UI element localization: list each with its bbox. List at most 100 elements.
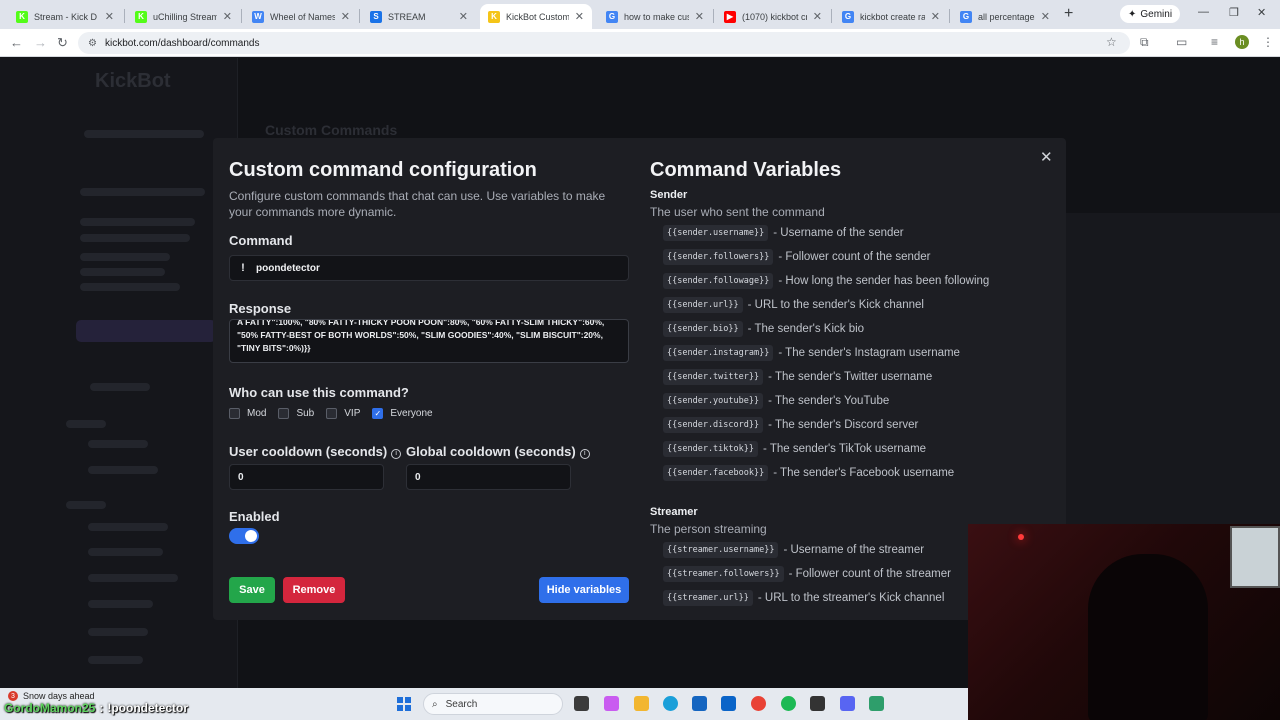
browser-tab[interactable]: ▶ (1070) kickbot crea ✕ xyxy=(716,4,830,29)
address-bar[interactable]: ⚙ kickbot.com/dashboard/commands xyxy=(78,32,1130,54)
global-cooldown-input[interactable]: 0 xyxy=(406,464,571,490)
command-value: poondetector xyxy=(256,262,320,274)
task-view-icon[interactable] xyxy=(574,696,589,711)
response-textarea[interactable]: A FATTY":100%, "80% FATTY-THICKY POON PO… xyxy=(229,319,629,363)
save-button[interactable]: Save xyxy=(229,577,275,603)
role-option[interactable]: ✓ Everyone xyxy=(372,408,433,419)
browser-tab[interactable]: W Wheel of Names | R ✕ xyxy=(244,4,358,29)
tab-separator xyxy=(359,9,360,23)
tab-title: kickbot create rand xyxy=(860,11,925,22)
app-icon[interactable] xyxy=(869,696,884,711)
windows-start-icon[interactable] xyxy=(397,697,411,711)
info-icon[interactable]: i xyxy=(579,449,590,459)
store-icon[interactable] xyxy=(692,696,707,711)
tab-close-icon[interactable]: ✕ xyxy=(1041,10,1050,23)
command-input[interactable]: ! poondetector xyxy=(229,255,629,281)
variable-code[interactable]: {{streamer.username}} xyxy=(663,542,779,558)
browser-tab[interactable]: Gall percentages 1-1 ✕ xyxy=(952,4,1058,29)
variable-row: {{streamer.followers}} - Follower count o… xyxy=(663,566,951,582)
global-cooldown-label: Global cooldown (seconds) i xyxy=(406,444,590,459)
hide-variables-button[interactable]: Hide variables xyxy=(539,577,629,603)
info-icon[interactable]: i xyxy=(391,449,402,459)
tab-title: Wheel of Names | R xyxy=(270,11,335,22)
copilot-icon[interactable] xyxy=(604,696,619,711)
back-icon[interactable]: ← xyxy=(10,35,23,50)
tab-title: STREAM xyxy=(388,11,426,22)
tab-close-icon[interactable]: ✕ xyxy=(695,10,704,23)
remove-button[interactable]: Remove xyxy=(283,577,345,603)
tab-favicon-icon: S xyxy=(370,10,382,23)
variable-code[interactable]: {{sender.facebook}} xyxy=(663,465,769,481)
outlook-icon[interactable] xyxy=(721,696,736,711)
browser-tab[interactable]: S STREAM ✕ xyxy=(362,4,476,29)
minimize-icon[interactable]: — xyxy=(1198,6,1209,18)
checkbox-icon[interactable] xyxy=(229,408,240,419)
background-page-title: Custom Commands xyxy=(265,122,398,138)
variable-code[interactable]: {{sender.bio}} xyxy=(663,321,743,337)
checkbox-icon[interactable] xyxy=(326,408,338,419)
variable-code[interactable]: {{streamer.url}} xyxy=(663,590,753,606)
new-tab-button[interactable]: + xyxy=(1064,5,1073,23)
url-text: kickbot.com/dashboard/commands xyxy=(104,37,260,49)
variable-code[interactable]: {{sender.twitter}} xyxy=(663,369,764,385)
browser-tab[interactable]: Gkickbot create rand ✕ xyxy=(834,4,948,29)
windows-taskbar: 3 Snow days ahead GordoMamon25: !poondete… xyxy=(0,688,968,720)
variable-code[interactable]: {{sender.username}} xyxy=(663,225,769,241)
tab-close-icon[interactable]: ✕ xyxy=(223,10,232,23)
tab-close-icon[interactable]: ✕ xyxy=(341,10,350,23)
variable-code[interactable]: {{sender.youtube}} xyxy=(663,393,764,409)
file-explorer-icon[interactable] xyxy=(634,696,649,711)
tab-close-icon[interactable]: ✕ xyxy=(931,10,940,23)
tab-close-icon[interactable]: ✕ xyxy=(105,10,114,23)
variable-description: - The sender's TikTok username xyxy=(763,443,927,455)
bookmark-star-icon[interactable]: ☆ xyxy=(1106,35,1117,49)
variable-code[interactable]: {{sender.followers}} xyxy=(663,249,774,265)
discord-icon[interactable] xyxy=(840,696,855,711)
variable-row: {{sender.discord}} - The sender's Discord… xyxy=(663,417,918,433)
user-cooldown-input[interactable]: 0 xyxy=(229,464,384,490)
tab-separator xyxy=(713,9,714,23)
forward-icon[interactable]: → xyxy=(34,35,47,50)
variable-row: {{sender.bio}} - The sender's Kick bio xyxy=(663,321,864,337)
tab-close-icon[interactable]: ✕ xyxy=(813,10,822,23)
modal-close-icon[interactable]: ✕ xyxy=(1040,148,1053,166)
obs-icon[interactable] xyxy=(810,696,825,711)
chrome-icon[interactable] xyxy=(751,696,766,711)
cast-icon[interactable]: ▭ xyxy=(1176,35,1187,49)
edge-icon[interactable] xyxy=(663,696,678,711)
browser-tab[interactable]: K KickBot Custom Co ✕ xyxy=(480,4,592,29)
variable-code[interactable]: {{streamer.followers}} xyxy=(663,566,784,582)
site-info-icon[interactable]: ⚙ xyxy=(88,38,97,49)
reload-icon[interactable]: ↻ xyxy=(57,35,68,51)
variable-code[interactable]: {{sender.url}} xyxy=(663,297,743,313)
enabled-toggle[interactable] xyxy=(229,528,259,544)
browser-tab[interactable]: K Stream - Kick D ✕ xyxy=(8,4,122,29)
gemini-button[interactable]: ✦ Gemini xyxy=(1120,5,1181,23)
browser-tab[interactable]: Ghow to make custo ✕ xyxy=(598,4,712,29)
window-close-icon[interactable]: ✕ xyxy=(1257,6,1266,19)
red-light xyxy=(1018,534,1024,540)
checkbox-icon[interactable] xyxy=(278,408,290,419)
variable-code[interactable]: {{sender.discord}} xyxy=(663,417,764,433)
extensions-icon[interactable]: ⧉ xyxy=(1140,35,1149,50)
maximize-icon[interactable]: ❐ xyxy=(1229,6,1239,19)
role-option[interactable]: Sub xyxy=(278,408,314,419)
tab-close-icon[interactable]: ✕ xyxy=(459,10,468,23)
role-option[interactable]: VIP xyxy=(326,408,360,419)
media-controls-icon[interactable]: ≡ xyxy=(1211,35,1218,49)
menu-icon[interactable]: ⋮ xyxy=(1262,35,1274,49)
weather-widget[interactable]: 3 Snow days ahead xyxy=(8,691,95,701)
tab-close-icon[interactable]: ✕ xyxy=(575,10,584,23)
checkbox-checked-icon[interactable]: ✓ xyxy=(372,408,384,419)
spotify-icon[interactable] xyxy=(781,696,796,711)
variable-description: - How long the sender has been following xyxy=(778,275,990,287)
tab-favicon-icon: ▶ xyxy=(724,10,736,23)
variable-code[interactable]: {{sender.followage}} xyxy=(663,273,774,289)
tab-title: uChilling Stream - V xyxy=(153,11,217,22)
variable-code[interactable]: {{sender.tiktok}} xyxy=(663,441,758,457)
browser-tab[interactable]: KuChilling Stream - V ✕ xyxy=(127,4,240,29)
role-option[interactable]: Mod xyxy=(229,408,266,419)
profile-avatar[interactable]: h xyxy=(1235,35,1249,49)
variable-code[interactable]: {{sender.instagram}} xyxy=(663,345,774,361)
taskbar-search[interactable]: ⌕ Search xyxy=(423,693,563,715)
